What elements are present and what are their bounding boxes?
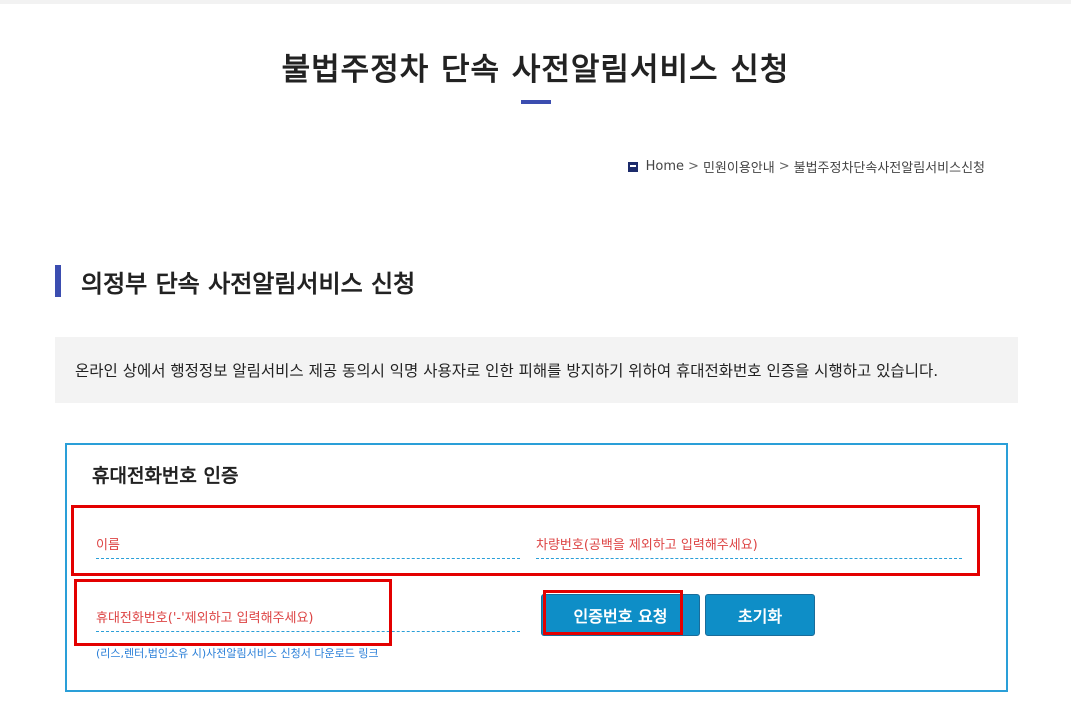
heading-accent-bar bbox=[55, 265, 61, 297]
name-placeholder: 이름 bbox=[96, 538, 120, 553]
title-underline bbox=[521, 100, 551, 104]
breadcrumb: Home > 민원이용안내 > 불법주정차단속사전알림서비스신청 bbox=[627, 157, 985, 176]
home-icon bbox=[627, 161, 638, 172]
reset-button[interactable]: 초기화 bbox=[705, 594, 815, 636]
car-number-placeholder: 차량번호(공백을 제외하고 입력해주세요) bbox=[536, 538, 758, 553]
notice-text: 온라인 상에서 행정정보 알림서비스 제공 동의시 익명 사용자로 인한 피해를… bbox=[75, 362, 939, 380]
breadcrumb-current: 불법주정차단속사전알림서비스신청 bbox=[793, 161, 985, 176]
chevron-right-icon: > bbox=[688, 159, 699, 174]
top-rule bbox=[0, 0, 1071, 4]
name-input[interactable]: 이름 bbox=[96, 529, 520, 559]
section-heading: 의정부 단속 사전알림서비스 신청 bbox=[55, 265, 416, 298]
request-code-button[interactable]: 인증번호 요청 bbox=[541, 594, 700, 636]
breadcrumb-level1[interactable]: 민원이용안내 bbox=[703, 157, 775, 176]
phone-placeholder: 휴대전화번호('-'제외하고 입력해주세요) bbox=[96, 611, 314, 626]
notice-box: 온라인 상에서 행정정보 알림서비스 제공 동의시 익명 사용자로 인한 피해를… bbox=[55, 337, 1018, 403]
section-heading-text: 의정부 단속 사전알림서비스 신청 bbox=[81, 269, 416, 298]
page-title: 불법주정차 단속 사전알림서비스 신청 bbox=[281, 52, 790, 88]
car-number-input[interactable]: 차량번호(공백을 제외하고 입력해주세요) bbox=[536, 529, 962, 559]
verify-form: 휴대전화번호 인증 이름 차량번호(공백을 제외하고 입력해주세요) 휴대전화번… bbox=[65, 443, 1008, 692]
application-download-link[interactable]: (리스,렌터,법인소유 시)사전알림서비스 신청서 다운로드 링크 bbox=[96, 645, 520, 661]
verify-title: 휴대전화번호 인증 bbox=[92, 465, 239, 487]
chevron-right-icon: > bbox=[778, 159, 790, 174]
breadcrumb-home[interactable]: Home bbox=[646, 159, 684, 174]
phone-input[interactable]: 휴대전화번호('-'제외하고 입력해주세요) bbox=[96, 602, 520, 632]
